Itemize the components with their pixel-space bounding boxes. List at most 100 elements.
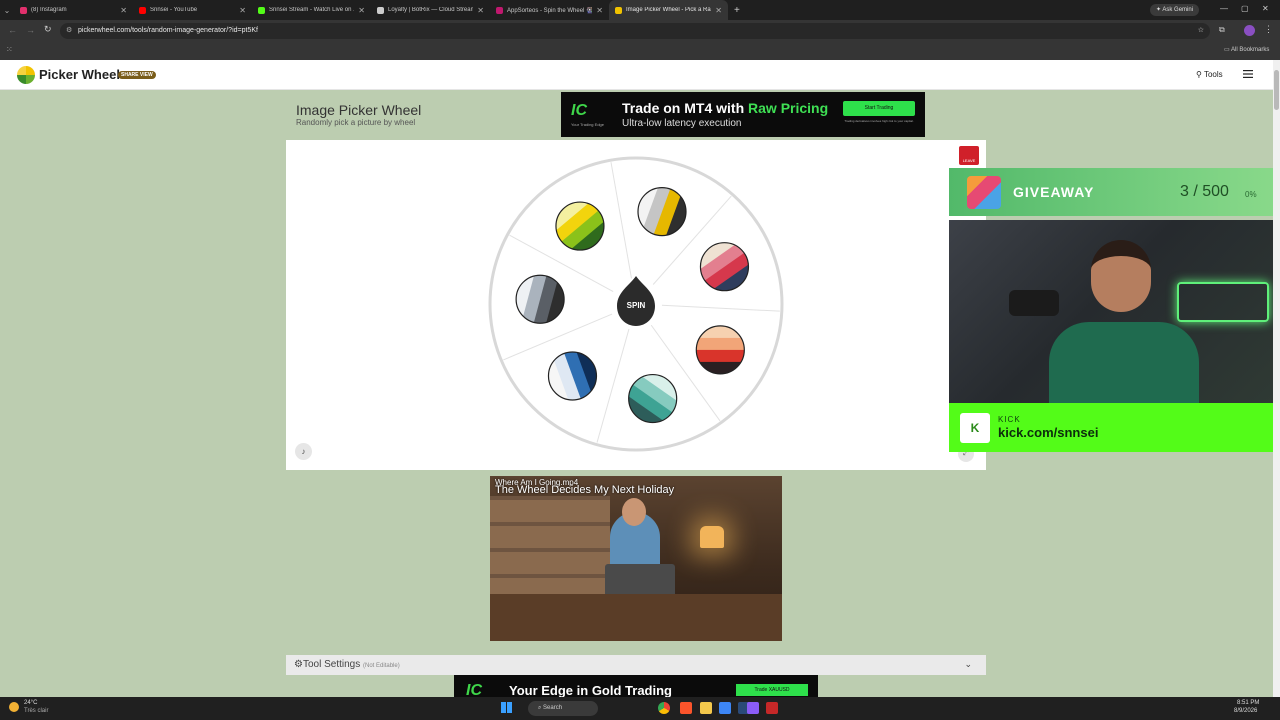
chrome-taskbar-icon[interactable] bbox=[658, 702, 670, 714]
bottom-ad-banner[interactable]: IC Your Edge in Gold Trading Trade XAUUS… bbox=[454, 675, 818, 697]
tab-menu-icon[interactable]: ⌄ bbox=[0, 6, 14, 15]
bookmark-star-icon[interactable]: ☆ bbox=[1198, 23, 1204, 39]
browser-tab[interactable]: Loyalty | BotRix — Cloud Stream... ✕ bbox=[371, 0, 490, 20]
browser-menu-icon[interactable]: ⋮ bbox=[1264, 24, 1273, 35]
tab-title: (8) Instagram bbox=[31, 7, 67, 13]
leave-label: LEAVE bbox=[962, 158, 976, 163]
tab-favicon-icon bbox=[139, 6, 146, 14]
brave-taskbar-icon[interactable] bbox=[680, 702, 692, 714]
tab-close-icon[interactable]: ✕ bbox=[239, 6, 246, 15]
hamburger-menu-icon[interactable] bbox=[1243, 69, 1253, 79]
browser-tab[interactable]: (8) Instagram ✕ bbox=[14, 0, 133, 20]
tool-settings-heading: ⚙Tool Settings (Not Editable) bbox=[294, 659, 400, 670]
video-person-head bbox=[622, 498, 646, 526]
new-tab-button[interactable]: + bbox=[734, 5, 740, 16]
ad-fine-print: Trading derivatives involves high risk t… bbox=[844, 119, 914, 123]
bookmarks-bar: ⁙ ▭ All Bookmarks bbox=[0, 42, 1280, 60]
all-bookmarks-label: All Bookmarks bbox=[1231, 47, 1270, 53]
picker-wheel-logo-icon[interactable] bbox=[17, 66, 35, 84]
url-text: pickerwheel.com/tools/random-image-gener… bbox=[78, 27, 258, 34]
ad2-headline: Your Edge in Gold Trading bbox=[509, 683, 672, 697]
all-bookmarks[interactable]: ▭ All Bookmarks bbox=[1224, 46, 1269, 53]
profile-avatar[interactable] bbox=[1244, 25, 1255, 36]
site-info-icon[interactable]: ⚙ bbox=[66, 23, 72, 39]
top-ad-banner[interactable]: IC Your Trading Edge Trade on MT4 with R… bbox=[561, 92, 925, 137]
picker-wheel[interactable]: SPIN bbox=[486, 154, 786, 454]
weather-temp[interactable]: 24°C bbox=[24, 700, 37, 706]
weather-desc: Très clair bbox=[24, 708, 49, 714]
tools-button[interactable]: ⚲ Tools bbox=[1196, 70, 1223, 79]
tools-label: Tools bbox=[1203, 70, 1223, 79]
ad-subtext: Ultra-low latency execution bbox=[622, 118, 742, 129]
browser-tab[interactable]: Snnsei - YouTube ✕ bbox=[133, 0, 252, 20]
tab-favicon-icon bbox=[20, 6, 27, 14]
maximize-button[interactable]: ▢ bbox=[1241, 4, 1249, 13]
windows-start-icon[interactable] bbox=[501, 702, 512, 713]
sound-toggle-icon[interactable]: ♪ bbox=[295, 443, 312, 460]
minimize-button[interactable]: — bbox=[1220, 4, 1228, 13]
mail-taskbar-icon[interactable] bbox=[719, 702, 731, 714]
date-label[interactable]: 8/9/2026 bbox=[1234, 708, 1257, 714]
app-taskbar-icon[interactable] bbox=[766, 702, 778, 714]
taskbar-search[interactable]: ⌕ Search bbox=[528, 701, 598, 716]
gift-icon bbox=[967, 176, 1001, 209]
video-shelves bbox=[490, 496, 610, 606]
tab-title: Snnsei Stream - Watch Live on ... bbox=[269, 7, 355, 13]
page-subtitle: Randomly pick a picture by wheel bbox=[296, 118, 416, 127]
tab-title: Loyalty | BotRix — Cloud Stream... bbox=[388, 7, 474, 13]
forward-icon[interactable]: → bbox=[26, 25, 35, 35]
browser-tab[interactable]: Snnsei Stream - Watch Live on ... ✕ bbox=[252, 0, 371, 20]
webcam-person bbox=[1049, 240, 1199, 403]
address-bar-row: ← → ↻ ⚙ pickerwheel.com/tools/random-ima… bbox=[0, 20, 1280, 42]
webcam-person-body bbox=[1049, 322, 1199, 403]
ad-cta-button[interactable]: Start Trading bbox=[843, 101, 915, 116]
tab-title: Image Picker Wheel - Pick a Ra... bbox=[626, 7, 712, 13]
leave-button[interactable]: LEAVE bbox=[959, 146, 979, 165]
video-caption: The Wheel Decides My Next Holiday bbox=[495, 484, 675, 496]
browser-tab[interactable]: Image Picker Wheel - Pick a Ra... ✕ bbox=[609, 0, 728, 20]
tool-settings-label: Tool Settings bbox=[302, 659, 361, 670]
webcam-mic-arm bbox=[1009, 290, 1059, 316]
webcam-feed bbox=[949, 220, 1275, 403]
weather-icon[interactable] bbox=[9, 702, 19, 712]
ad-brand-sub: Your Trading Edge bbox=[571, 122, 604, 127]
time-label[interactable]: 8:51 PM bbox=[1237, 700, 1259, 706]
extensions-icon[interactable]: ⧉ bbox=[1219, 25, 1225, 35]
page-scrollbar-thumb[interactable] bbox=[1274, 70, 1279, 110]
tab-favicon-icon bbox=[615, 6, 622, 14]
explorer-taskbar-icon[interactable] bbox=[700, 702, 712, 714]
webcam-person-head bbox=[1091, 240, 1151, 312]
spin-label[interactable]: SPIN bbox=[627, 301, 646, 310]
tool-settings-note: (Not Editable) bbox=[363, 663, 400, 669]
ad2-cta-button[interactable]: Trade XAUUSD bbox=[736, 684, 808, 696]
tab-close-icon[interactable]: ✕ bbox=[596, 6, 603, 15]
tab-close-icon[interactable]: ✕ bbox=[358, 6, 365, 15]
tool-settings-bar[interactable]: ⚙Tool Settings (Not Editable) ⌄ bbox=[286, 655, 986, 675]
giveaway-label: GIVEAWAY bbox=[1013, 184, 1095, 200]
video-player[interactable]: Where Am I Going.mp4 The Wheel Decides M… bbox=[490, 476, 782, 641]
site-logo-text[interactable]: Picker Wheel bbox=[39, 67, 120, 82]
tab-close-icon[interactable]: ✕ bbox=[477, 6, 484, 15]
url-field[interactable]: ⚙ pickerwheel.com/tools/random-image-gen… bbox=[60, 23, 1210, 39]
tab-strip: (8) Instagram ✕ Snnsei - YouTube ✕ Snnsei St… bbox=[14, 0, 728, 20]
ad-brand-logo: IC bbox=[571, 102, 587, 119]
page-scrollbar[interactable] bbox=[1273, 60, 1280, 697]
apps-icon[interactable]: ⁙ bbox=[6, 45, 13, 54]
tab-favicon-icon bbox=[496, 6, 503, 14]
ad-headline-a: Trade on MT4 with bbox=[622, 100, 749, 116]
close-window-button[interactable]: ✕ bbox=[1262, 4, 1269, 13]
ad-headline-b: Raw Pricing bbox=[748, 100, 829, 116]
tab-close-icon[interactable]: ✕ bbox=[120, 6, 127, 15]
reload-icon[interactable]: ↻ bbox=[44, 24, 52, 35]
back-icon[interactable]: ← bbox=[8, 25, 17, 35]
browser-tab[interactable]: AppSorteos - Spin the Wheel 🎡 ✕ bbox=[490, 0, 609, 20]
discord-taskbar-icon[interactable] bbox=[747, 702, 759, 714]
chevron-down-icon[interactable]: ⌄ bbox=[964, 659, 972, 670]
kick-url: kick.com/snnsei bbox=[998, 425, 1099, 440]
ask-gemini-button[interactable]: ✦ Ask Gemini bbox=[1150, 4, 1200, 16]
tab-close-icon[interactable]: ✕ bbox=[715, 6, 722, 15]
video-laptop bbox=[605, 564, 675, 598]
kick-label: KICK bbox=[998, 415, 1021, 424]
tab-favicon-icon bbox=[258, 6, 265, 14]
share-view-badge: SHARE VIEW bbox=[118, 71, 156, 79]
